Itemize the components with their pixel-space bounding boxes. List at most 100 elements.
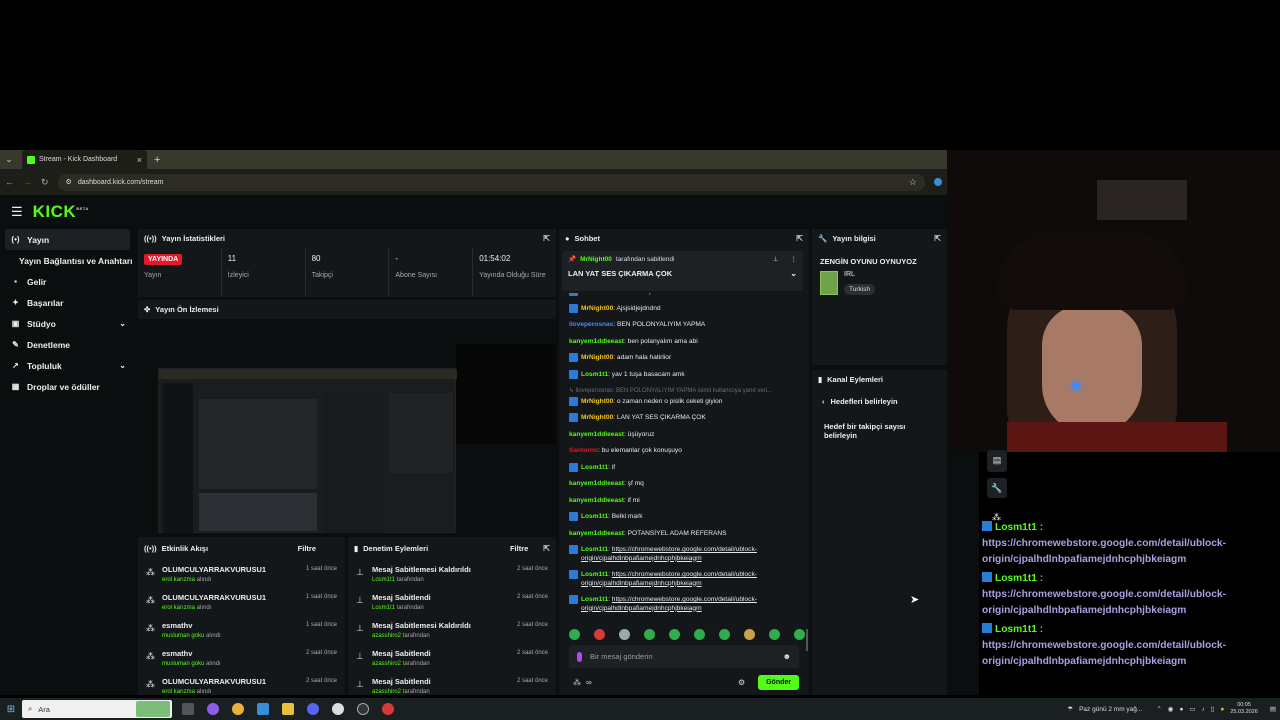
chat-username[interactable]: MrNight00 (581, 305, 613, 312)
save-icon[interactable]: ▤ (987, 450, 1007, 470)
chat-message[interactable]: kanyem1ddleeast: if mi (569, 497, 805, 506)
chat-username[interactable]: kanyem1ddleeast (569, 338, 624, 345)
chat-username[interactable]: kanyem1ddleeast (569, 497, 624, 504)
send-button[interactable]: Gönder (758, 674, 799, 690)
chat-username[interactable]: kanyem1ddleeast (569, 530, 624, 537)
chat-message[interactable]: Santorno: bu elemanlar çok konuşuyo (569, 447, 805, 456)
browser-tab[interactable]: Stream - Kick Dashboard × (22, 150, 147, 169)
chat-username[interactable]: iloveperosnas (569, 321, 613, 328)
chat-scrollbar[interactable] (806, 629, 808, 651)
list-item[interactable]: ⊥ Mesaj Sabitlendi azasshiro2 tarafından 2 … (348, 643, 556, 671)
sidebar-item-stream-key[interactable]: Yayın Bağlantısı ve Anahtarı (0, 250, 135, 271)
list-item[interactable]: ⁂ OLUMCULYARRAKVURUSU1 erol karızma alındı… (138, 671, 345, 699)
new-tab-icon[interactable]: + (154, 154, 160, 166)
list-item[interactable]: ⁂ esmathv musluman goku alındı 2 saat önce (138, 643, 345, 671)
stream-preview-image[interactable] (158, 368, 457, 533)
chat-link[interactable]: https://chromewebstore.google.com/detail… (581, 571, 757, 587)
pinned-message[interactable]: 📌 MrNight00 tarafından sabitlendi ⊥ ⋮ LAN YA… (562, 251, 803, 291)
tray-icon[interactable]: ◉ (1168, 705, 1174, 713)
chat-message[interactable]: kanyem1ddleeast: POTANSİYEL ADAM REFERAN… (569, 530, 805, 539)
emote-icon[interactable] (794, 629, 805, 640)
xbox-icon[interactable] (332, 703, 344, 715)
site-info-icon[interactable]: ⚙ (66, 178, 72, 186)
chat-message[interactable]: iloveperosnas: BEN POLONYALIYIM YAPMA (569, 321, 805, 330)
chat-message[interactable]: Losm1t1: https://chromewebstore.google.c… (569, 595, 805, 613)
more-options-icon[interactable]: ⋮ (791, 255, 798, 263)
set-goals-back[interactable]: ‹ Hedefleri belirleyin (812, 389, 947, 414)
emote-icon[interactable] (644, 629, 655, 640)
start-icon[interactable]: ⊞ (0, 704, 22, 715)
chat-username[interactable]: Losm1t1 (581, 464, 608, 471)
filter-button[interactable]: Filtre (510, 544, 528, 553)
chat-message[interactable]: MrNight00: adam hala hatirlior (569, 353, 805, 363)
profile-avatar[interactable] (934, 178, 942, 186)
hamburger-menu-icon[interactable]: ☰ (11, 204, 23, 220)
sidebar-item-community[interactable]: ↗ Topluluk ⌄ (0, 355, 135, 376)
tool-icon[interactable]: 🔧 (987, 478, 1007, 498)
chat-message[interactable]: MrNight00: LAN YAT SES ÇIKARMA ÇOK (569, 413, 805, 423)
chat-username[interactable]: Losm1t1 (581, 513, 608, 520)
clock[interactable]: 00:05 25.03.2026 (1230, 702, 1258, 716)
kick-logo[interactable]: KICKBETA (33, 202, 89, 222)
chat-message[interactable]: kanyem1ddleeast: şf mq (569, 480, 805, 489)
chat-message[interactable]: MrNight00: Ajsjsidjejdndnd (569, 303, 805, 314)
gear-icon[interactable]: ⚙ (738, 678, 745, 687)
notifications-icon[interactable]: ▤ (1270, 705, 1276, 713)
emoji-icon[interactable]: ☻ (783, 652, 791, 661)
tab-close-icon[interactable]: × (137, 155, 142, 165)
list-item[interactable]: ⊥ Mesaj Sabitlemesi Kaldırıldı azasshiro2 … (348, 615, 556, 643)
emote-icon[interactable] (619, 629, 630, 640)
volume-icon[interactable]: ♪ (1202, 706, 1205, 713)
chat-username[interactable]: MrNight00 (581, 354, 613, 361)
url-field[interactable]: ⚙ dashboard.kick.com/stream ☆ (57, 173, 925, 191)
unpin-icon[interactable]: ⊥ (773, 255, 779, 263)
chat-username[interactable]: MrNight00 (581, 398, 613, 405)
chevron-down-icon[interactable]: ⌄ (790, 269, 797, 278)
discord-icon[interactable] (307, 703, 319, 715)
chat-username[interactable]: kanyem1ddleeast (569, 431, 624, 438)
popout-icon[interactable]: ⇱ (796, 234, 803, 243)
emote-icon[interactable] (719, 629, 730, 640)
users-icon[interactable]: ⁂ (573, 678, 581, 687)
chat-username[interactable]: Losm1t1 (581, 293, 608, 295)
chat-username[interactable]: Santorno (569, 447, 598, 454)
chat-message[interactable]: MrNight00: o zaman neden o pislik ceketi… (569, 396, 805, 407)
chat-message[interactable]: kanyem1ddleeast: üşüyoruz (569, 431, 805, 440)
chat-message[interactable]: Losm1t1: if (569, 462, 805, 473)
list-item[interactable]: ⊥ Mesaj Sabitlemesi Kaldırıldı Losm1t1 tar… (348, 559, 556, 587)
mic-icon[interactable]: ● (1179, 706, 1183, 713)
emote-icon[interactable] (594, 629, 605, 640)
emote-icon[interactable] (744, 629, 755, 640)
copilot-icon[interactable] (207, 703, 219, 715)
status-icon[interactable]: ● (1220, 706, 1224, 713)
obs-icon[interactable] (357, 703, 369, 715)
back-icon[interactable]: ← (5, 177, 14, 187)
file-explorer-icon[interactable] (282, 703, 294, 715)
chat-input[interactable]: Bir mesaj gönderin ☻ (569, 645, 799, 668)
chat-username[interactable]: Losm1t1 (581, 546, 608, 553)
chat-username[interactable]: MrNight00 (581, 414, 613, 421)
list-item[interactable]: ⁂ OLUMCULYARRAKVURUSU1 erol karızma alındı… (138, 559, 345, 587)
task-view-icon[interactable] (182, 703, 194, 715)
sidebar-item-moderation[interactable]: ✎ Denetleme (0, 334, 135, 355)
chat-message[interactable]: Losm1t1: https://chromewebstore.google.c… (569, 570, 805, 588)
app-red-icon[interactable] (382, 703, 394, 715)
weather-text[interactable]: Paz günü 2 mm yağ... (1079, 706, 1142, 713)
chat-username[interactable]: Losm1t1 (581, 371, 608, 378)
filter-button[interactable]: Filtre (298, 544, 316, 553)
sidebar-item-achievements[interactable]: ✦ Başarılar (0, 292, 135, 313)
bookmark-star-icon[interactable]: ☆ (909, 177, 917, 188)
tray-chevron-icon[interactable]: ⌃ (1156, 705, 1161, 713)
popout-icon[interactable]: ⇱ (934, 234, 941, 243)
network-icon[interactable]: ▭ (1189, 705, 1195, 713)
chrome-icon[interactable] (232, 703, 244, 715)
emote-icon[interactable] (769, 629, 780, 640)
chat-message[interactable]: kanyem1ddleeast: ben polanyalım ama abi (569, 338, 805, 347)
chat-message[interactable]: Losm1t1: kur amk kur şunu (569, 293, 805, 297)
list-item[interactable]: ⁂ OLUMCULYARRAKVURUSU1 erol karızma alındı… (138, 587, 345, 615)
reload-icon[interactable]: ↻ (41, 177, 49, 188)
chat-username[interactable]: Losm1t1 (581, 571, 608, 578)
emote-icon[interactable] (569, 629, 580, 640)
chat-message[interactable]: Losm1t1: yav 1 tuşa basacam amk (569, 369, 805, 380)
infinity-icon[interactable]: ∞ (586, 678, 592, 687)
